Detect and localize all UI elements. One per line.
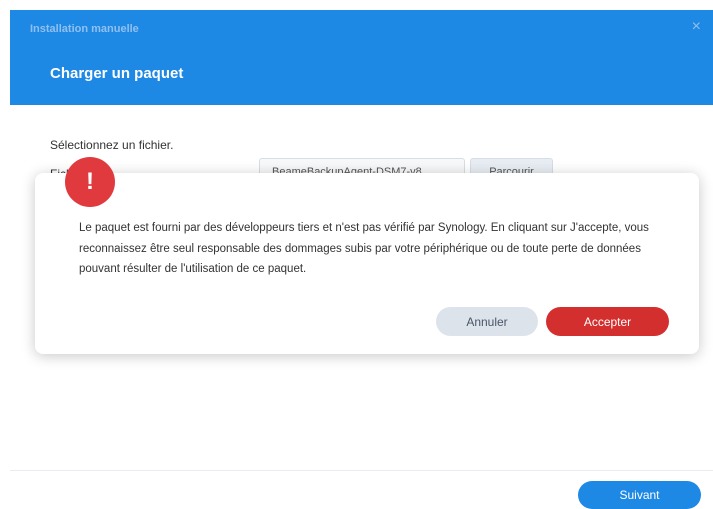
third-party-warning-dialog: Le paquet est fourni par des développeur…: [35, 173, 699, 354]
page-title: Charger un paquet: [50, 65, 184, 82]
accept-button[interactable]: Accepter: [546, 307, 669, 336]
window-title: Installation manuelle: [30, 23, 139, 35]
window-header: Installation manuelle × Charger un paque…: [10, 10, 713, 105]
next-button[interactable]: Suivant: [578, 481, 701, 509]
close-icon[interactable]: ×: [692, 19, 701, 35]
warning-message: Le paquet est fourni par des développeur…: [79, 222, 649, 275]
upload-form: Sélectionnez un fichier.: [50, 138, 173, 152]
exclamation-symbol: !: [86, 168, 94, 195]
instruction-text: Sélectionnez un fichier.: [50, 138, 174, 152]
exclamation-icon: !: [65, 157, 115, 207]
cancel-button[interactable]: Annuler: [436, 307, 538, 336]
footer-divider: [10, 470, 713, 471]
